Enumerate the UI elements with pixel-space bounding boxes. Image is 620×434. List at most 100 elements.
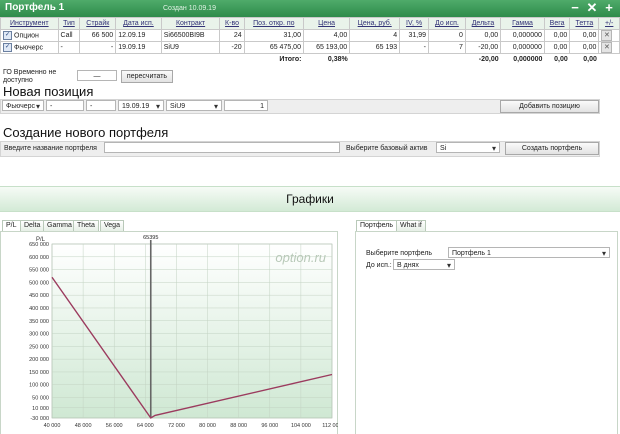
created-date: Создан 10.09.19: [163, 5, 216, 12]
column-header[interactable]: Поз. откр. по: [243, 17, 304, 30]
recalc-button[interactable]: пересчитать: [121, 70, 173, 83]
table-cell: 31,99: [399, 29, 429, 42]
column-header[interactable]: Контракт: [160, 17, 221, 30]
table-cell: 24: [219, 29, 245, 42]
instrument-select[interactable]: Фьючерс: [2, 100, 44, 112]
totals-row: Итого: 0,38% -20,00 0,000000 0,00 0,00: [1, 54, 620, 65]
y-tick-label: 10 000: [32, 406, 49, 412]
expiry-select[interactable]: В днях: [393, 259, 455, 271]
x-tick-label: 48 000: [75, 423, 92, 429]
y-tick-label: 400 000: [29, 306, 49, 312]
table-cell: -20,00: [464, 41, 502, 54]
go-value-field: —: [77, 70, 117, 81]
column-header[interactable]: Дата исп.: [115, 17, 162, 30]
base-asset-label: Выберите базовый актив: [346, 145, 428, 152]
column-header[interactable]: IV, %: [399, 17, 429, 30]
table-cell: Call: [57, 29, 81, 42]
date-select[interactable]: 19.09.19: [118, 100, 164, 112]
table-cell: SiU9: [160, 41, 221, 54]
column-header[interactable]: Страйк: [79, 17, 117, 30]
table-cell: 19.09.19: [115, 41, 162, 54]
remove-row-icon[interactable]: ✕: [601, 42, 613, 53]
table-cell: 4: [349, 29, 401, 42]
x-tick-label: 88 000: [230, 423, 247, 429]
y-tick-label: -30 000: [30, 416, 49, 422]
column-header[interactable]: Цена: [302, 17, 351, 30]
y-tick-label: 150 000: [29, 370, 49, 376]
watermark: option.ru: [275, 250, 326, 265]
qty-field[interactable]: 1: [224, 100, 268, 111]
positions-table: Инструмент Тип Страйк Дата исп. Контракт К-во…: [0, 17, 620, 64]
minimize-icon[interactable]: −: [568, 1, 582, 15]
y-tick-label: 350 000: [29, 319, 49, 325]
table-cell: 12.09.19: [115, 29, 162, 42]
table-cell: 0,000000: [500, 29, 545, 42]
table-cell: Si66500BI9B: [160, 29, 221, 42]
row-checkbox[interactable]: ✓: [3, 31, 12, 40]
strike-field[interactable]: -: [86, 100, 116, 111]
y-tick-label: 600 000: [29, 255, 49, 261]
row-checkbox[interactable]: ✓: [3, 43, 12, 52]
column-header[interactable]: +/-: [598, 17, 620, 30]
table-cell: 65 475,00: [243, 41, 304, 54]
y-tick-label: 100 000: [29, 383, 49, 389]
column-header[interactable]: До исп.: [428, 17, 466, 30]
portfolio-name-label: Введите название портфеля: [4, 145, 97, 152]
expiry-label: До исп.:: [366, 262, 392, 269]
remove-row-icon[interactable]: ✕: [601, 30, 613, 41]
column-header[interactable]: Гамма: [500, 17, 545, 30]
table-cell: 31,00: [243, 29, 304, 42]
contract-select[interactable]: SiU9: [166, 100, 222, 112]
portfolio-header: Портфель 1 Создан 10.09.19 − ✕ +: [0, 0, 620, 17]
total-value: -20,00: [478, 55, 499, 63]
y-tick-label: 200 000: [29, 357, 49, 363]
y-tick-label: 300 000: [29, 332, 49, 338]
x-tick-label: 72 000: [168, 423, 185, 429]
column-header[interactable]: Дельта: [464, 17, 502, 30]
table-cell: 0,00: [464, 29, 502, 42]
column-header[interactable]: Тип: [57, 17, 81, 30]
x-tick-label: 40 000: [44, 423, 61, 429]
add-icon[interactable]: +: [602, 1, 616, 15]
table-cell: 66 500: [79, 29, 117, 42]
type-field[interactable]: -: [46, 100, 84, 111]
total-label: Итого:: [279, 55, 302, 63]
portfolio-name-input[interactable]: [104, 142, 340, 153]
y-tick-label: 550 000: [29, 268, 49, 274]
portfolio-title: Портфель 1: [5, 2, 65, 13]
total-value: 0,00: [554, 55, 568, 63]
table-row[interactable]: ✓ Опцион Call 66 500 12.09.19 Si66500BI9B 24 31…: [0, 29, 620, 42]
x-tick-label: 104 000: [291, 423, 311, 429]
graphs-title: Графики: [286, 192, 334, 206]
create-portfolio-button[interactable]: Создать портфель: [505, 142, 599, 155]
close-icon[interactable]: ✕: [585, 1, 599, 15]
pl-chart: 650 000600 000550 000500 000450 000400 0…: [29, 235, 338, 429]
total-value: 0,00: [583, 55, 597, 63]
total-value: 0,38%: [327, 55, 348, 63]
table-cell: -: [399, 41, 429, 54]
column-header[interactable]: Инструмент: [0, 17, 59, 30]
table-cell: -: [57, 41, 81, 54]
price-marker-label: 65395: [143, 235, 158, 241]
y-tick-label: 50 000: [32, 396, 49, 402]
create-portfolio-title: Создание нового портфеля: [3, 125, 169, 140]
table-cell: 7: [428, 41, 466, 54]
select-portfolio-label: Выберите портфель: [366, 250, 433, 257]
y-tick-label: 450 000: [29, 293, 49, 299]
table-cell: 65 193: [349, 41, 401, 54]
column-header[interactable]: Вега: [543, 17, 571, 30]
table-cell: 65 193,00: [302, 41, 351, 54]
x-tick-label: 96 000: [261, 423, 278, 429]
table-cell: 0,00: [543, 29, 571, 42]
column-header[interactable]: К-во: [219, 17, 245, 30]
add-position-button[interactable]: Добавить позицию: [500, 100, 599, 113]
x-tick-label: 56 000: [106, 423, 123, 429]
column-header[interactable]: Тетта: [569, 17, 600, 30]
plot-area: [51, 243, 333, 419]
portfolio-select[interactable]: Портфель 1: [448, 247, 610, 259]
column-header[interactable]: Цена, руб.: [349, 17, 401, 30]
y-tick-label: 250 000: [29, 344, 49, 350]
table-row[interactable]: ✓ Фьючерс - -19.09.19 SiU9 -20 65 475,00 65 193…: [0, 41, 620, 54]
y-tick-label: 500 000: [29, 280, 49, 286]
base-asset-select[interactable]: Si: [436, 142, 500, 154]
